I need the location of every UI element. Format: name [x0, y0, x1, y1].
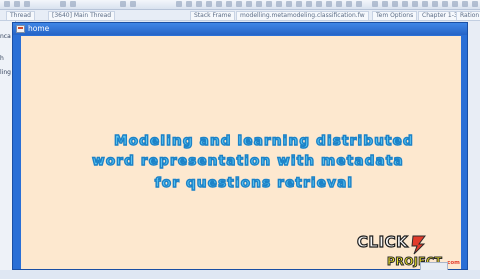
toolbar-icon[interactable]: [346, 1, 352, 7]
lightning-bolt-icon: [411, 235, 426, 255]
sidebar-text: h: [0, 55, 4, 62]
toolbar-icon[interactable]: [206, 1, 212, 7]
toolbar-icon[interactable]: [306, 1, 312, 7]
home-window: home Modeling and learning distributed w…: [12, 22, 468, 270]
toolbar-icon[interactable]: [246, 1, 252, 7]
headline-line-1: Modeling and learning distributed: [113, 132, 414, 149]
toolbar-icon[interactable]: [372, 1, 378, 7]
tab-ration[interactable]: Ration: [456, 11, 480, 20]
ide-toolbar: [0, 0, 480, 10]
toolbar-icon[interactable]: [286, 1, 292, 7]
toolbar-icon[interactable]: [4, 1, 10, 7]
tab-main-thread[interactable]: [3640] Main Thread: [48, 11, 116, 20]
toolbar-icon[interactable]: [70, 1, 76, 7]
toolbar-icon[interactable]: [256, 1, 262, 7]
toolbar-icon[interactable]: [120, 1, 126, 7]
tab-stack-frame[interactable]: Stack Frame: [190, 11, 236, 20]
clickproject-logo: CLICK PROJECT .com: [353, 232, 467, 279]
ide-tab-strip: Thread [3640] Main Thread Stack Frame mo…: [0, 10, 480, 21]
toolbar-icon[interactable]: [412, 1, 418, 7]
toolbar-icon[interactable]: [356, 1, 362, 7]
headline-line-3: for questions retrieval: [154, 174, 354, 191]
toolbar-icon[interactable]: [316, 1, 322, 7]
window-titlebar[interactable]: home: [13, 23, 467, 35]
sidebar-text: ling: [0, 69, 11, 76]
app-icon: [16, 25, 25, 33]
toolbar-icon[interactable]: [326, 1, 332, 7]
toolbar-icon[interactable]: [14, 1, 20, 7]
toolbar-icon[interactable]: [236, 1, 242, 7]
toolbar-icon[interactable]: [392, 1, 398, 7]
toolbar-icon[interactable]: [382, 1, 388, 7]
headline-line-2: word representation with metadata: [91, 152, 404, 169]
toolbar-icon[interactable]: [276, 1, 282, 7]
toolbar-icon[interactable]: [402, 1, 408, 7]
toolbar-icon[interactable]: [196, 1, 202, 7]
ok-button[interactable]: [420, 262, 448, 270]
toolbar-icon[interactable]: [462, 1, 468, 7]
toolbar-icon[interactable]: [24, 1, 30, 7]
toolbar-icon[interactable]: [296, 1, 302, 7]
toolbar-icon[interactable]: [442, 1, 448, 7]
toolbar-icon[interactable]: [432, 1, 438, 7]
toolbar-icon[interactable]: [60, 1, 66, 7]
window-title: home: [28, 24, 50, 33]
toolbar-icon[interactable]: [226, 1, 232, 7]
logo-word-click: CLICK: [356, 232, 409, 251]
tab-options[interactable]: Tem Options: [372, 11, 418, 20]
toolbar-icon[interactable]: [336, 1, 342, 7]
toolbar-icon[interactable]: [130, 1, 136, 7]
toolbar-icon[interactable]: [266, 1, 272, 7]
toolbar-icon[interactable]: [422, 1, 428, 7]
toolbar-icon[interactable]: [186, 1, 192, 7]
window-content: Modeling and learning distributed word r…: [21, 36, 461, 269]
tab-source-file[interactable]: modelling.metamodeling.classification.fw: [236, 11, 369, 20]
toolbar-icon[interactable]: [472, 1, 478, 7]
toolbar-icon[interactable]: [176, 1, 182, 7]
toolbar-icon[interactable]: [216, 1, 222, 7]
sidebar-text: nca: [0, 33, 11, 40]
tab-thread[interactable]: Thread: [6, 11, 35, 20]
toolbar-icon[interactable]: [452, 1, 458, 7]
